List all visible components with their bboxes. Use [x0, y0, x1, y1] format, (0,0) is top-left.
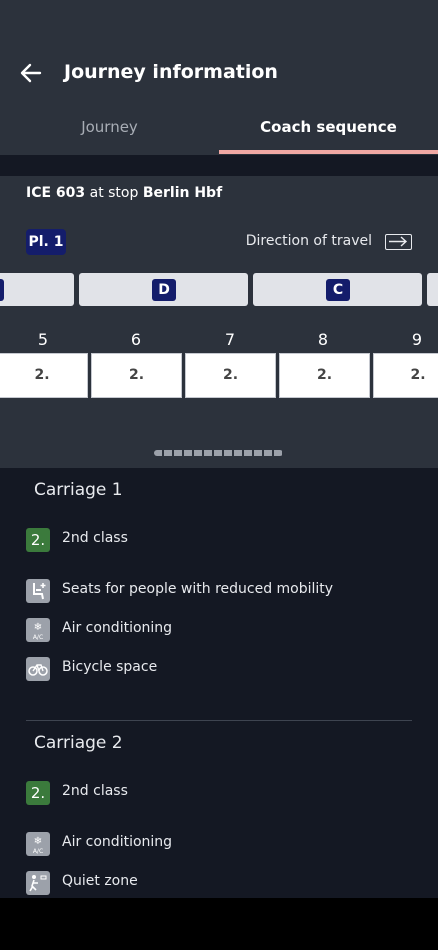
air-conditioning-icon: ❄ A/C	[26, 832, 50, 856]
feature-label: Air conditioning	[62, 834, 173, 850]
sector-badge	[0, 279, 4, 301]
screen: Journey information Journey Coach sequen…	[0, 0, 438, 898]
class-badge: 2.	[26, 528, 50, 552]
feature-label: Bicycle space	[62, 659, 158, 675]
divider	[26, 720, 412, 721]
svg-text:❄: ❄	[34, 836, 42, 847]
tab-journey[interactable]: Journey	[0, 118, 219, 155]
coach-7[interactable]: 2.	[185, 353, 276, 398]
bicycle-icon	[26, 657, 50, 681]
coach-number: 6	[130, 330, 142, 349]
page-title: Journey information	[64, 61, 278, 83]
app-bar: Journey information Journey Coach sequen…	[0, 0, 438, 155]
coach-sequence-panel	[0, 176, 438, 468]
reduced-mobility-icon	[26, 579, 50, 603]
svg-text:❄: ❄	[34, 622, 42, 633]
coach-8[interactable]: 2.	[279, 353, 370, 398]
direction-arrow-icon	[385, 234, 412, 250]
sector-c[interactable]: C	[253, 273, 422, 306]
sector-badge-d: D	[152, 279, 176, 301]
class-label: 2nd class	[62, 783, 128, 799]
at-stop-text: at stop	[89, 185, 139, 201]
direction-label: Direction of travel	[245, 233, 372, 249]
svg-text:A/C: A/C	[33, 848, 43, 855]
station-name: Berlin Hbf	[142, 185, 223, 201]
platform-badge: Pl. 1	[26, 229, 66, 255]
sector-partial-left[interactable]	[0, 273, 74, 306]
carriage-1-title: Carriage 1	[34, 480, 123, 500]
class-label: 2nd class	[62, 530, 128, 546]
sector-badge-c: C	[326, 279, 350, 301]
feature-label: Air conditioning	[62, 620, 173, 636]
coach-5[interactable]: 2.	[0, 353, 88, 398]
feature-label: Seats for people with reduced mobility	[62, 581, 334, 597]
carriage-2-title: Carriage 2	[34, 733, 123, 753]
coach-9[interactable]: 2.	[373, 353, 438, 398]
coach-number: 5	[37, 330, 49, 349]
sector-partial-right[interactable]	[427, 273, 438, 306]
back-arrow-icon[interactable]	[18, 60, 44, 86]
sector-d[interactable]: D	[79, 273, 248, 306]
quiet-zone-icon	[26, 871, 50, 895]
coach-6[interactable]: 2.	[91, 353, 182, 398]
train-name: ICE 603	[26, 185, 86, 201]
class-badge: 2.	[26, 781, 50, 805]
tab-indicator	[219, 150, 438, 154]
sheet-drag-handle[interactable]	[154, 450, 283, 456]
coach-number: 9	[411, 330, 423, 349]
train-info: ICE 603 at stop Berlin Hbf	[26, 185, 222, 201]
feature-label: Quiet zone	[62, 873, 138, 889]
coach-number: 7	[224, 330, 236, 349]
svg-text:A/C: A/C	[33, 634, 43, 641]
coach-number: 8	[317, 330, 329, 349]
air-conditioning-icon: ❄ A/C	[26, 618, 50, 642]
